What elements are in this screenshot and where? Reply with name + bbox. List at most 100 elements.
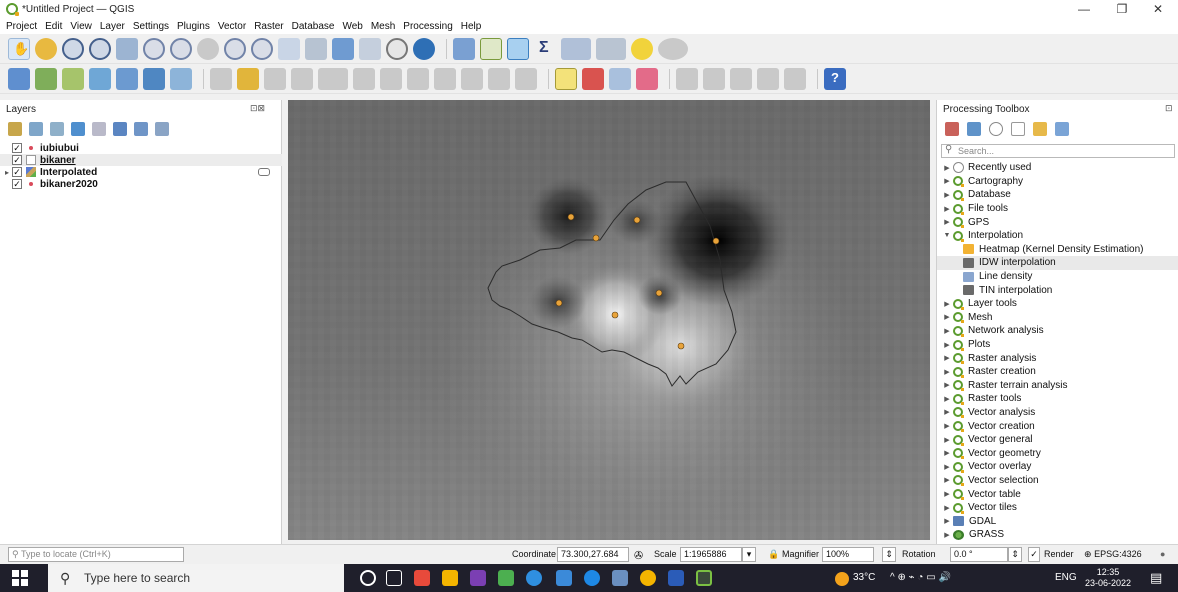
menu-web[interactable]: Web <box>342 21 362 32</box>
clock[interactable]: 12:35 23-06-2022 <box>1082 567 1134 589</box>
add-vector-layer-icon[interactable] <box>62 67 84 90</box>
algorithm-line-density[interactable]: Line density <box>937 270 1178 284</box>
pan-map-icon[interactable] <box>8 37 30 60</box>
layer-item-bikaner[interactable]: ✓ bikaner <box>0 154 282 166</box>
sample-point[interactable] <box>555 299 563 307</box>
expand-arrow-icon[interactable]: ▶ <box>941 436 953 444</box>
provider-group-vector-general[interactable]: ▶ Vector general <box>937 433 1178 447</box>
provider-group-vector-geometry[interactable]: ▶ Vector geometry <box>937 446 1178 460</box>
zoom-in-icon[interactable] <box>62 37 84 60</box>
sample-point[interactable] <box>655 289 663 297</box>
chrome-browser-icon[interactable] <box>640 570 656 586</box>
help-icon[interactable] <box>824 67 846 90</box>
media-app-icon[interactable] <box>470 570 486 586</box>
word-app-icon[interactable] <box>668 570 684 586</box>
minimize-button[interactable]: — <box>1066 0 1102 18</box>
scale-field[interactable]: 1:1965886 <box>680 547 742 562</box>
new-3d-map-view-icon[interactable] <box>305 37 327 60</box>
new-geopackage-layer-icon[interactable] <box>35 67 57 90</box>
maximize-button[interactable]: ❐ <box>1104 0 1140 18</box>
provider-group-gps[interactable]: ▶ GPS <box>937 215 1178 229</box>
expand-arrow-icon[interactable]: ▶ <box>941 191 953 199</box>
render-checkbox[interactable]: ✓ <box>1028 547 1040 562</box>
qgis-taskbar-icon[interactable] <box>696 570 712 586</box>
magnifier-field[interactable]: 100% <box>822 547 874 562</box>
sample-point[interactable] <box>592 234 600 242</box>
menu-processing[interactable]: Processing <box>403 21 452 32</box>
provider-group-interpolation[interactable]: ▼ Interpolation <box>937 229 1178 243</box>
provider-group-grass[interactable]: ▶ GRASS <box>937 528 1178 542</box>
layer-embedded-indicator-icon[interactable] <box>258 168 270 176</box>
scale-dropdown-icon[interactable]: ▾ <box>742 547 756 562</box>
paint-app-icon[interactable] <box>414 570 430 586</box>
windows-start-icon[interactable] <box>12 570 28 586</box>
add-group-icon[interactable] <box>29 122 43 136</box>
scripts-icon[interactable] <box>967 122 981 136</box>
expand-arrow-icon[interactable]: ▶ <box>941 313 953 321</box>
add-wms-layer-icon[interactable] <box>170 67 192 90</box>
expand-arrow-icon[interactable]: ▶ <box>941 300 953 308</box>
expand-all-icon[interactable] <box>113 122 127 136</box>
options-icon[interactable] <box>1055 122 1069 136</box>
provider-group-gdal[interactable]: ▶ GDAL <box>937 514 1178 528</box>
zoom-full-icon[interactable] <box>116 37 138 60</box>
layer-item-iubiubui[interactable]: ✓ iubiubui <box>0 142 282 154</box>
task-view-icon[interactable] <box>386 570 402 586</box>
filter-by-expression-icon[interactable] <box>92 122 106 136</box>
expand-arrow-icon[interactable]: ▶ <box>941 463 953 471</box>
expand-arrow-icon[interactable]: ▶ <box>941 381 953 389</box>
zoom-out-icon[interactable] <box>89 37 111 60</box>
expand-arrow-icon[interactable]: ▶ <box>941 422 953 430</box>
expand-arrow-icon[interactable]: ▶ <box>941 531 953 539</box>
provider-group-vector-selection[interactable]: ▶ Vector selection <box>937 474 1178 488</box>
menu-settings[interactable]: Settings <box>133 21 169 32</box>
messages-icon[interactable]: ● <box>1160 549 1165 559</box>
provider-group-raster-analysis[interactable]: ▶ Raster analysis <box>937 351 1178 365</box>
new-map-view-icon[interactable] <box>278 37 300 60</box>
algorithm-idw-interpolation[interactable]: IDW interpolation <box>937 256 1178 270</box>
toggle-extents-icon[interactable]: ✇ <box>634 549 643 562</box>
sample-point[interactable] <box>712 237 720 245</box>
expand-arrow-icon[interactable]: ▶ <box>941 395 953 403</box>
data-source-manager-icon[interactable] <box>8 67 30 90</box>
add-raster-layer-icon[interactable] <box>143 67 165 90</box>
label-tool-icon[interactable] <box>555 67 577 90</box>
provider-group-database[interactable]: ▶ Database <box>937 188 1178 202</box>
pan-to-selection-icon[interactable] <box>35 37 57 60</box>
provider-group-raster-tools[interactable]: ▶ Raster tools <box>937 392 1178 406</box>
remove-layer-icon[interactable] <box>155 122 169 136</box>
processing-toolbox-icon[interactable] <box>507 37 529 60</box>
provider-group-plots[interactable]: ▶ Plots <box>937 338 1178 352</box>
lock-icon[interactable]: 🔒 <box>768 549 779 560</box>
menu-help[interactable]: Help <box>461 21 482 32</box>
expand-arrow-icon[interactable]: ▶ <box>941 341 953 349</box>
menu-plugins[interactable]: Plugins <box>177 21 210 32</box>
expand-arrow-icon[interactable]: ▶ <box>941 218 953 226</box>
expand-arrow-icon[interactable]: ▸ <box>2 168 12 177</box>
telegram-icon[interactable] <box>526 570 542 586</box>
open-layer-styling-icon[interactable] <box>8 122 22 136</box>
notifications-icon[interactable]: ▤ <box>1150 564 1162 592</box>
toolbox-dock-control[interactable]: ⊡ <box>1165 103 1173 114</box>
provider-group-file-tools[interactable]: ▶ File tools <box>937 202 1178 216</box>
provider-group-vector-overlay[interactable]: ▶ Vector overlay <box>937 460 1178 474</box>
expand-arrow-icon[interactable]: ▶ <box>941 517 953 525</box>
new-spatial-bookmark-icon[interactable] <box>332 37 354 60</box>
layer-diagram-options-icon[interactable] <box>609 67 631 90</box>
edge-browser-icon[interactable] <box>584 570 600 586</box>
expand-arrow-icon[interactable]: ▶ <box>941 354 953 362</box>
statistical-summary-icon[interactable] <box>534 38 556 60</box>
cortana-icon[interactable] <box>360 570 376 586</box>
sample-point[interactable] <box>633 216 641 224</box>
sample-point[interactable] <box>677 342 685 350</box>
map-canvas[interactable] <box>288 100 930 540</box>
zoom-to-layer-icon[interactable] <box>170 37 192 60</box>
zoom-last-icon[interactable] <box>224 37 246 60</box>
menu-mesh[interactable]: Mesh <box>371 21 395 32</box>
menu-vector[interactable]: Vector <box>218 21 246 32</box>
crs-button[interactable]: ⊕ EPSG:4326 <box>1084 549 1142 560</box>
provider-group-cartography[interactable]: ▶ Cartography <box>937 175 1178 189</box>
close-button[interactable]: ✕ <box>1140 0 1176 18</box>
provider-group-raster-creation[interactable]: ▶ Raster creation <box>937 365 1178 379</box>
provider-group-network-analysis[interactable]: ▶ Network analysis <box>937 324 1178 338</box>
